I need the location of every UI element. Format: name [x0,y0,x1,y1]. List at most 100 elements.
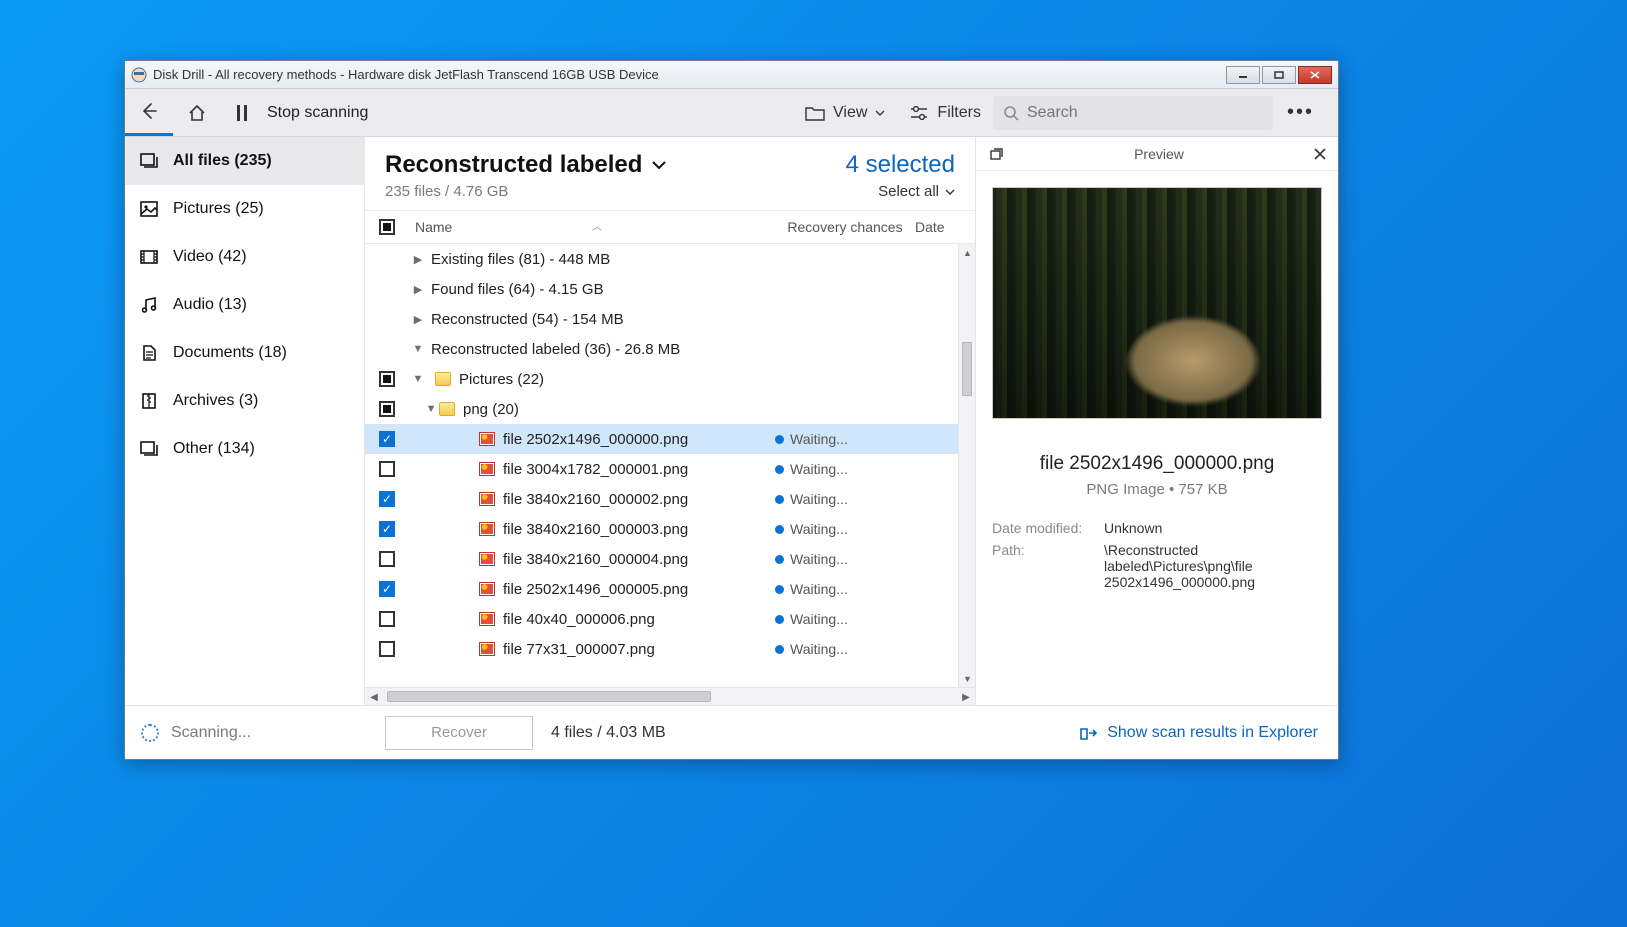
row-checkbox[interactable] [379,641,395,657]
table-row[interactable]: file 2502x1496_000000.pngWaiting... [365,424,975,454]
scroll-thumb[interactable] [962,342,972,396]
sidebar-item-video[interactable]: Video (42) [125,233,364,281]
table-row[interactable]: file 40x40_000006.pngWaiting... [365,604,975,634]
table-row[interactable]: ▶Found files (64) - 4.15 GB [365,274,975,304]
sidebar-item-documents[interactable]: Documents (18) [125,329,364,377]
recover-button[interactable]: Recover [385,716,533,750]
scroll-down-button[interactable]: ▼ [959,670,975,687]
folder-label: Pictures (22) [459,371,544,388]
more-button[interactable]: ••• [1273,101,1328,124]
status-dot-icon [775,525,784,534]
file-name: file 3840x2160_000004.png [503,551,688,568]
sidebar-item-pictures[interactable]: Pictures (25) [125,185,364,233]
table-row[interactable]: file 3840x2160_000002.pngWaiting... [365,484,975,514]
sort-indicator-icon: ︿ [592,218,602,233]
scroll-up-button[interactable]: ▲ [959,244,975,261]
row-checkbox[interactable] [379,461,395,477]
scan-status: Scanning... [171,724,251,742]
view-dropdown[interactable]: View [793,104,897,122]
recovery-status: Waiting... [790,431,848,447]
horizontal-scrollbar[interactable]: ◀ ▶ [365,687,975,705]
chevron-down-icon [945,189,955,195]
preview-close-button[interactable] [1314,148,1326,160]
selection-summary: 4 files / 4.03 MB [551,724,666,742]
expand-toggle[interactable]: ▼ [409,373,427,385]
content-heading-dropdown[interactable]: Reconstructed labeled [385,151,846,179]
preview-file-type: PNG Image • 757 KB [976,481,1338,498]
pause-button[interactable] [221,90,263,136]
window-title: Disk Drill - All recovery methods - Hard… [153,67,1226,82]
sidebar-item-other[interactable]: Other (134) [125,425,364,473]
file-name: file 2502x1496_000005.png [503,581,688,598]
titlebar[interactable]: Disk Drill - All recovery methods - Hard… [125,61,1338,89]
column-date[interactable]: Date [915,219,975,235]
group-label: Reconstructed (54) - 154 MB [431,311,624,328]
table-row[interactable]: file 2502x1496_000005.png Waiting... [365,574,975,604]
table-row[interactable]: ▶ Reconstructed (54) - 154 MB [365,304,975,334]
back-button[interactable] [125,90,173,136]
row-checkbox[interactable] [379,431,395,447]
sidebar: All files (235) Pictures (25) Video (42)… [125,137,365,705]
sidebar-item-label: Pictures (25) [173,200,264,218]
row-checkbox[interactable] [379,581,395,597]
file-name: file 3004x1782_000001.png [503,461,688,478]
table-row[interactable]: file 3004x1782_000001.pngWaiting... [365,454,975,484]
close-button[interactable] [1298,66,1332,84]
recovery-status: Waiting... [790,641,848,657]
table-row[interactable]: file 3840x2160_000004.pngWaiting... [365,544,975,574]
arrow-left-icon [139,101,159,121]
table-row[interactable]: ▼png (20) [365,394,975,424]
status-dot-icon [775,495,784,504]
search-field[interactable] [1027,104,1263,122]
recovery-status: Waiting... [790,521,848,537]
filters-button[interactable]: Filters [897,104,993,122]
sidebar-item-all-files[interactable]: All files (235) [125,137,364,185]
expand-toggle[interactable]: ▶ [409,283,427,296]
table-row[interactable]: file 3840x2160_000003.pngWaiting... [365,514,975,544]
expand-toggle[interactable]: ▶ [409,313,427,326]
row-checkbox[interactable] [379,371,395,387]
table-row[interactable]: file 77x31_000007.pngWaiting... [365,634,975,664]
path-label: Path: [992,542,1092,590]
close-icon [1314,148,1326,160]
expand-toggle[interactable]: ▼ [409,343,427,355]
scroll-right-button[interactable]: ▶ [957,688,975,705]
sliders-icon [909,105,929,121]
column-name[interactable]: ︿Name [409,219,775,235]
column-recovery[interactable]: Recovery chances [775,219,915,235]
popout-icon [988,146,1004,162]
preview-pane: Preview file 2502x1496_000000.png PNG Im… [976,137,1338,705]
stop-scanning-label[interactable]: Stop scanning [267,104,368,122]
sidebar-item-label: Other (134) [173,440,255,458]
sidebar-item-archives[interactable]: Archives (3) [125,377,364,425]
expand-toggle[interactable]: ▶ [409,253,427,266]
filters-label: Filters [937,104,981,122]
table-row[interactable]: ▼Reconstructed labeled (36) - 26.8 MB [365,334,975,364]
recovery-status: Waiting... [790,491,848,507]
header-checkbox[interactable] [379,219,395,235]
table-row[interactable]: ▼ Pictures (22) [365,364,975,394]
scroll-left-button[interactable]: ◀ [365,688,383,705]
recovery-status: Waiting... [790,581,848,597]
row-checkbox[interactable] [379,551,395,567]
minimize-button[interactable] [1226,66,1260,84]
status-dot-icon [775,585,784,594]
sidebar-item-audio[interactable]: Audio (13) [125,281,364,329]
row-checkbox[interactable] [379,491,395,507]
image-file-icon [479,612,495,626]
row-checkbox[interactable] [379,521,395,537]
popout-button[interactable] [988,146,1004,162]
preview-label: Preview [1004,146,1314,162]
maximize-button[interactable] [1262,66,1296,84]
row-checkbox[interactable] [379,401,395,417]
vertical-scrollbar[interactable]: ▲ ▼ [958,244,975,687]
scroll-thumb[interactable] [387,691,711,702]
expand-toggle[interactable]: ▼ [409,403,431,415]
home-button[interactable] [173,90,221,136]
select-all-toggle[interactable]: Select all [846,183,955,200]
table-row[interactable]: ▶Existing files (81) - 448 MB [365,244,975,274]
row-checkbox[interactable] [379,611,395,627]
show-in-explorer-link[interactable]: Show scan results in Explorer [1079,724,1318,742]
search-input[interactable] [993,96,1273,130]
date-modified-value: Unknown [1104,520,1322,536]
